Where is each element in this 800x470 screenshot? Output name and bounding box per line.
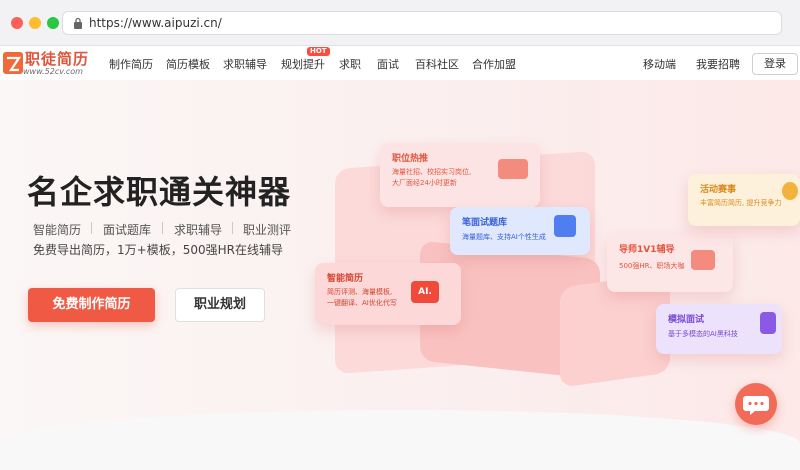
feature-smart-resume: 智能简历 (33, 223, 82, 237)
card-text: 大厂面经24小时更新 (392, 179, 457, 187)
hero-description: 免费导出简历，1万+模板，500强HR在线辅导 (33, 243, 283, 257)
card-title: 导师1V1辅导 (619, 245, 675, 255)
login-button[interactable]: 登录 (752, 53, 798, 75)
logo-text[interactable]: 职徒简历 (25, 48, 89, 69)
url-text: https://www.aipuzi.cn/ (89, 16, 222, 30)
chat-button[interactable] (735, 383, 777, 425)
logo-icon[interactable] (3, 50, 23, 76)
nav-make-resume[interactable]: 制作简历 (109, 56, 153, 72)
nav-interview[interactable]: 面试 (377, 56, 399, 72)
chat-icon (743, 396, 769, 415)
hot-badge: HOT (307, 47, 330, 56)
window-close-button[interactable] (11, 17, 23, 29)
hero-section: 名企求职通关神器 智能简历 面试题库 求职辅导 职业测评 免费导出简历，1万+模… (0, 80, 800, 470)
feature-career-test: 职业测评 (243, 223, 292, 237)
image-icon (691, 250, 715, 270)
nav-wiki-community[interactable]: 百科社区 (415, 56, 459, 72)
card-exam-bank[interactable]: 笔面试题库 海量题库、支持AI个性生成 (450, 207, 590, 255)
career-planning-button[interactable]: 职业规划 (175, 288, 265, 322)
card-events[interactable]: 活动赛事 丰富简历简历, 提升竞争力 (688, 174, 800, 226)
card-title: 笔面试题库 (462, 218, 508, 228)
card-title: 活动赛事 (700, 185, 737, 195)
card-mock-interview[interactable]: 模拟面试 基于多模态的AI黑科技 (656, 304, 782, 354)
feature-interview-bank: 面试题库 (103, 223, 152, 237)
book-icon (554, 215, 576, 237)
briefcase-icon (498, 159, 528, 179)
window-maximize-button[interactable] (47, 17, 59, 29)
site-header: 职徒简历 www.52cv.com 制作简历 简历模板 求职辅导 HOT 规划提… (0, 46, 800, 80)
card-text: 一键翻译、AI优化代写 (327, 299, 397, 307)
feature-separator (91, 222, 92, 234)
card-job-recommend[interactable]: 职位热推 海量社招、校招实习岗位, 大厂面经24小时更新 (380, 143, 540, 207)
create-resume-button[interactable]: 免费制作简历 (28, 288, 155, 322)
nav-partnership[interactable]: 合作加盟 (472, 56, 516, 72)
nav-mobile[interactable]: 移动端 (643, 56, 676, 72)
card-title: 模拟面试 (668, 315, 705, 325)
card-title: 智能简历 (327, 274, 364, 284)
hero-title: 名企求职通关神器 (27, 173, 292, 211)
card-title: 职位热推 (392, 154, 429, 164)
nav-resume-templates[interactable]: 简历模板 (166, 56, 210, 72)
trophy-icon (782, 182, 798, 200)
nav-jobs[interactable]: 求职 (339, 56, 361, 72)
card-text: 丰富简历简历, 提升竞争力 (700, 199, 782, 207)
card-text: 500强HR、职场大咖 (619, 262, 685, 270)
card-text: 简历评测、海量模板, (327, 288, 393, 296)
nav-career-planning[interactable]: 规划提升 (281, 56, 325, 72)
card-text: 海量社招、校招实习岗位, (392, 168, 472, 176)
card-text: 基于多模态的AI黑科技 (668, 330, 738, 338)
browser-chrome: https://www.aipuzi.cn/ (0, 0, 800, 46)
lock-icon (74, 17, 82, 29)
feature-separator (232, 222, 233, 234)
card-mentor-coaching[interactable]: 导师1V1辅导 500强HR、职场大咖 (607, 234, 733, 292)
nav-job-coaching[interactable]: 求职辅导 (223, 56, 267, 72)
nav-recruit[interactable]: 我要招聘 (696, 56, 740, 72)
feature-job-coaching: 求职辅导 (174, 223, 223, 237)
address-bar[interactable]: https://www.aipuzi.cn/ (62, 11, 782, 35)
ai-icon: AI. (411, 281, 439, 303)
card-smart-resume[interactable]: 智能简历 简历评测、海量模板, 一键翻译、AI优化代写 AI. (315, 263, 461, 325)
window-minimize-button[interactable] (29, 17, 41, 29)
feature-separator (162, 222, 163, 234)
phone-icon (760, 312, 776, 334)
logo-subtext: www.52cv.com (23, 67, 83, 76)
hero-wave (0, 410, 800, 470)
card-text: 海量题库、支持AI个性生成 (462, 233, 546, 241)
